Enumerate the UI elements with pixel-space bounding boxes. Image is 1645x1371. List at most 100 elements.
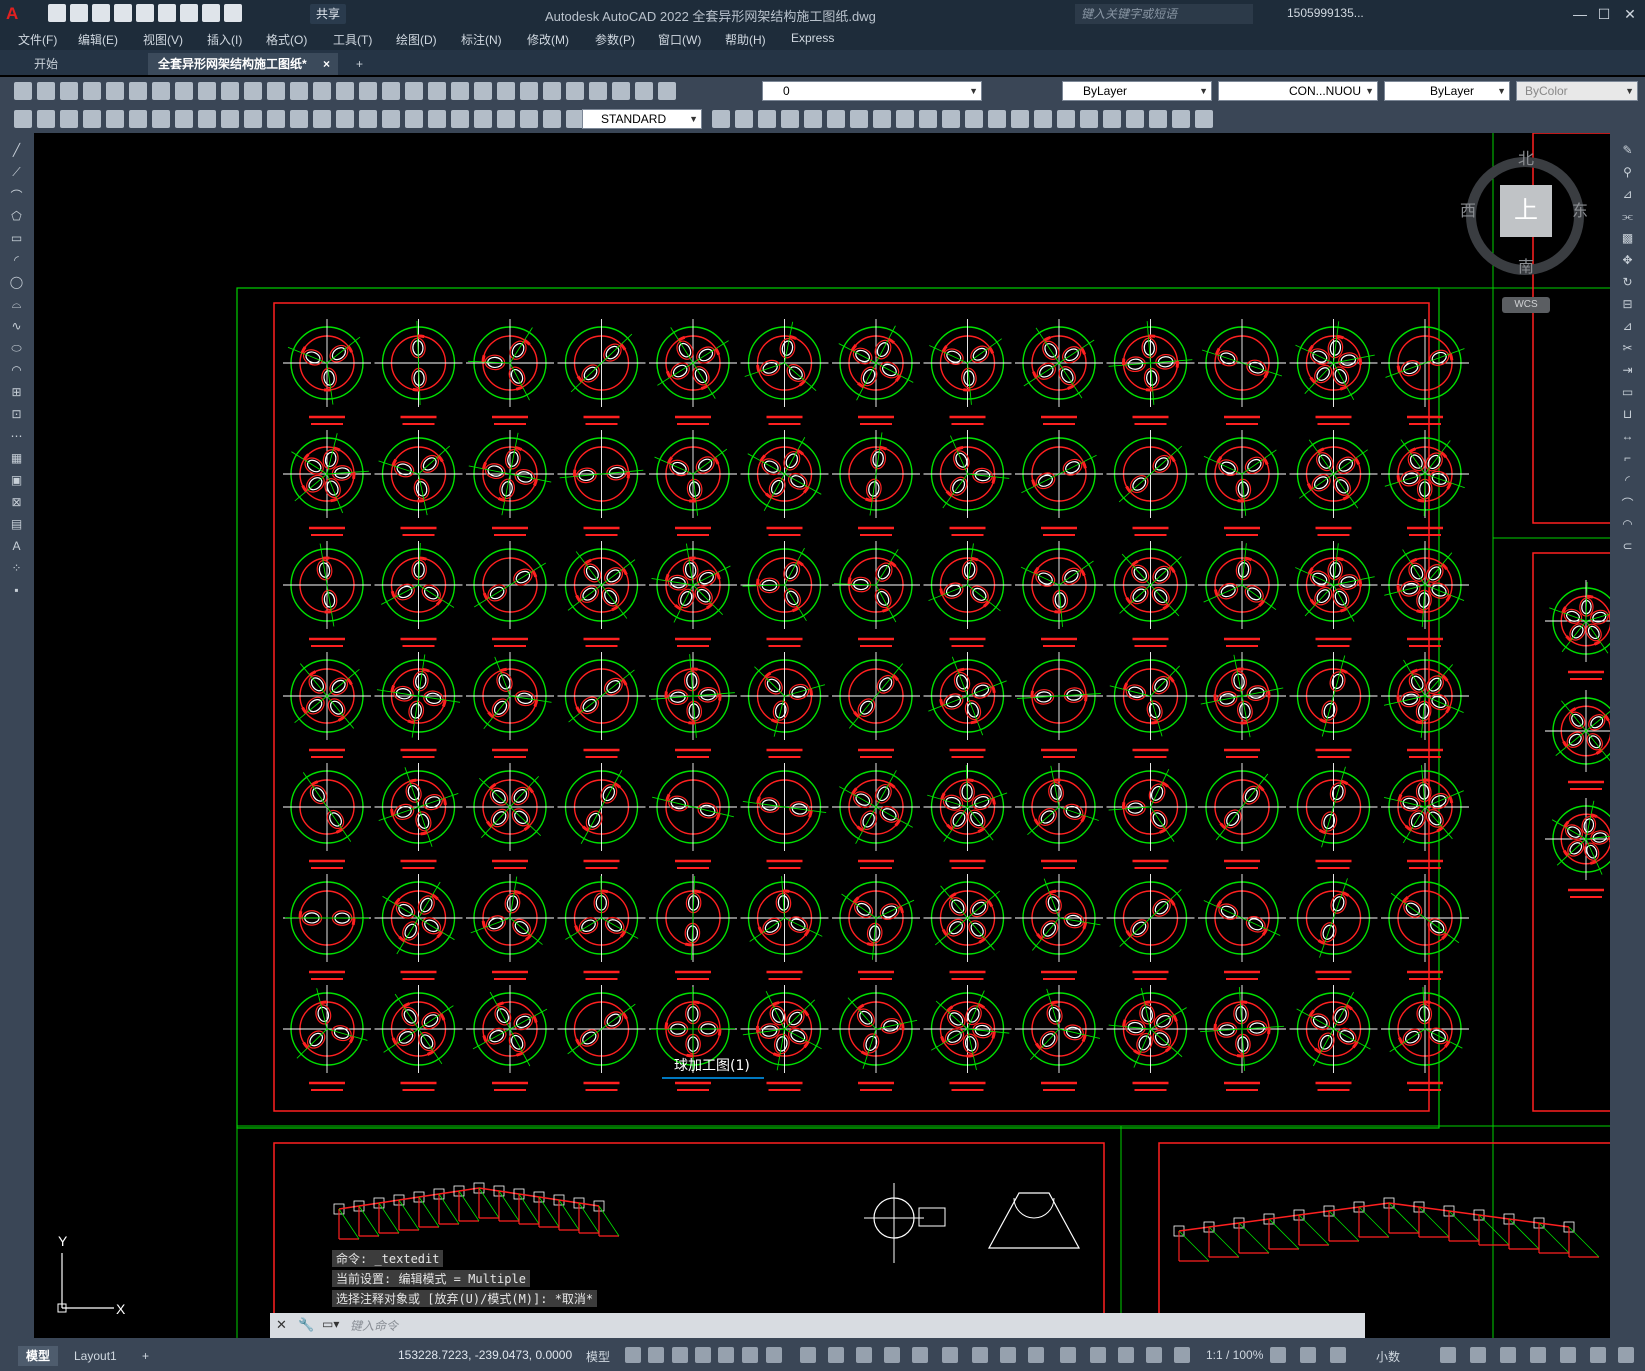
plotstyle-combo[interactable]: ByColor ▼ <box>1516 81 1638 101</box>
modify-tool-icon-9[interactable]: ⊿ <box>1619 319 1636 335</box>
standard-toolbar-icon-7[interactable] <box>152 82 170 100</box>
status-toggle-icon-30[interactable] <box>1590 1347 1606 1363</box>
dimension-toolbar-icon-14[interactable] <box>313 110 331 128</box>
standard-toolbar-icon-5[interactable] <box>106 82 124 100</box>
standard-toolbar-icon-11[interactable] <box>244 82 262 100</box>
dimension-toolbar-icon-29[interactable] <box>781 110 799 128</box>
status-toggle-icon-31[interactable] <box>1618 1347 1634 1363</box>
print-icon[interactable] <box>180 4 198 22</box>
draw-tool-icon-16[interactable]: ▣ <box>8 473 25 489</box>
status-toggle-icon-11[interactable] <box>884 1347 900 1363</box>
draw-tool-icon-4[interactable]: ⬠ <box>8 209 25 225</box>
dimension-toolbar-icon-12[interactable] <box>267 110 285 128</box>
dimension-toolbar-icon-1[interactable] <box>14 110 32 128</box>
standard-toolbar-icon-10[interactable] <box>221 82 239 100</box>
dimension-toolbar-icon-36[interactable] <box>942 110 960 128</box>
dimension-toolbar-icon-40[interactable] <box>1034 110 1052 128</box>
status-toggle-icon-18[interactable] <box>1090 1347 1106 1363</box>
standard-toolbar-icon-19[interactable] <box>428 82 446 100</box>
draw-tool-icon-11[interactable]: ◠ <box>8 363 25 379</box>
dimension-toolbar-icon-17[interactable] <box>382 110 400 128</box>
standard-toolbar-icon-26[interactable] <box>589 82 607 100</box>
layer-combo[interactable]: 0 ▼ <box>762 81 982 101</box>
redo-icon[interactable] <box>224 4 242 22</box>
status-toggle-icon-4[interactable] <box>695 1347 711 1363</box>
status-toggle-icon-12[interactable] <box>912 1347 928 1363</box>
modify-tool-icon-1[interactable]: ✎ <box>1619 143 1636 159</box>
dimension-toolbar-icon-30[interactable] <box>804 110 822 128</box>
modify-tool-icon-18[interactable]: ◠ <box>1619 517 1636 533</box>
modify-tool-icon-2[interactable]: ⚲ <box>1619 165 1636 181</box>
standard-toolbar-icon-28[interactable] <box>635 82 653 100</box>
standard-toolbar-icon-14[interactable] <box>313 82 331 100</box>
status-toggle-icon-3[interactable] <box>672 1347 688 1363</box>
status-toggle-icon-15[interactable] <box>1000 1347 1016 1363</box>
status-toggle-icon-14[interactable] <box>972 1347 988 1363</box>
draw-tool-icon-2[interactable]: ⟋ <box>8 165 25 181</box>
drawing-canvas[interactable]: 球加工图(1) Y X 上 北 南 西 东 WCS <box>34 133 1610 1338</box>
menu-file[interactable]: 文件(F) <box>18 31 57 48</box>
status-toggle-icon-2[interactable] <box>648 1347 664 1363</box>
menu-view[interactable]: 视图(V) <box>143 31 183 48</box>
dimension-toolbar-icon-6[interactable] <box>129 110 147 128</box>
add-layout-button[interactable]: + <box>134 1346 157 1366</box>
status-toggle-icon-1[interactable] <box>625 1347 641 1363</box>
standard-toolbar-icon-6[interactable] <box>129 82 147 100</box>
draw-tool-icon-21[interactable]: ▪ <box>8 583 25 599</box>
dimension-toolbar-icon-31[interactable] <box>827 110 845 128</box>
new-icon[interactable] <box>48 4 66 22</box>
modify-tool-icon-5[interactable]: ▩ <box>1619 231 1636 247</box>
standard-toolbar-icon-25[interactable] <box>566 82 584 100</box>
dimension-toolbar-icon-38[interactable] <box>988 110 1006 128</box>
dimension-toolbar-icon-16[interactable] <box>359 110 377 128</box>
dimension-toolbar-icon-32[interactable] <box>850 110 868 128</box>
draw-tool-icon-15[interactable]: ▦ <box>8 451 25 467</box>
standard-toolbar-icon-22[interactable] <box>497 82 515 100</box>
status-toggle-icon-9[interactable] <box>828 1347 844 1363</box>
lineweight-combo[interactable]: ByLayer ▼ <box>1384 81 1510 101</box>
draw-tool-icon-8[interactable]: ⌓ <box>8 297 25 313</box>
tab-start[interactable]: 开始 <box>24 53 68 75</box>
menu-draw[interactable]: 绘图(D) <box>396 31 437 48</box>
standard-toolbar-icon-13[interactable] <box>290 82 308 100</box>
dimension-toolbar-icon-13[interactable] <box>290 110 308 128</box>
command-line[interactable]: ✕ 🔧 ▭▾ 键入命令 <box>270 1313 1365 1338</box>
status-toggle-icon-16[interactable] <box>1028 1347 1044 1363</box>
viewcube-west[interactable]: 西 <box>1460 197 1476 221</box>
menu-tools[interactable]: 工具(T) <box>333 31 372 48</box>
menu-window[interactable]: 窗口(W) <box>658 31 701 48</box>
standard-toolbar-icon-15[interactable] <box>336 82 354 100</box>
status-toggle-icon-29[interactable] <box>1560 1347 1576 1363</box>
status-toggle-icon-20[interactable] <box>1146 1347 1162 1363</box>
draw-tool-icon-1[interactable]: ╱ <box>8 143 25 159</box>
dimension-toolbar-icon-28[interactable] <box>758 110 776 128</box>
dimension-toolbar-icon-44[interactable] <box>1126 110 1144 128</box>
modify-tool-icon-7[interactable]: ↻ <box>1619 275 1636 291</box>
dimension-toolbar-icon-24[interactable] <box>543 110 561 128</box>
dimension-toolbar-icon-27[interactable] <box>735 110 753 128</box>
standard-toolbar-icon-27[interactable] <box>612 82 630 100</box>
modify-tool-icon-8[interactable]: ⊟ <box>1619 297 1636 313</box>
menu-parametric[interactable]: 参数(P) <box>595 31 635 48</box>
undo-icon[interactable] <box>202 4 220 22</box>
dimension-toolbar-icon-15[interactable] <box>336 110 354 128</box>
draw-tool-icon-13[interactable]: ⊡ <box>8 407 25 423</box>
dimension-toolbar-icon-22[interactable] <box>497 110 515 128</box>
standard-toolbar-icon-16[interactable] <box>359 82 377 100</box>
share-button[interactable]: 共享 <box>310 4 347 24</box>
dimension-toolbar-icon-21[interactable] <box>474 110 492 128</box>
units-display[interactable]: 小数 <box>1376 1348 1400 1365</box>
viewcube-north[interactable]: 北 <box>1518 145 1534 169</box>
standard-toolbar-icon-21[interactable] <box>474 82 492 100</box>
status-toggle-icon-7[interactable] <box>766 1347 782 1363</box>
status-toggle-icon-8[interactable] <box>800 1347 816 1363</box>
draw-tool-icon-14[interactable]: ⋯ <box>8 429 25 445</box>
dimension-toolbar-icon-45[interactable] <box>1149 110 1167 128</box>
viewcube-south[interactable]: 南 <box>1518 253 1534 277</box>
open-icon[interactable] <box>70 4 88 22</box>
dimension-toolbar-icon-19[interactable] <box>428 110 446 128</box>
draw-tool-icon-20[interactable]: ⁘ <box>8 561 25 577</box>
autocad-logo-icon[interactable]: A <box>6 4 26 24</box>
menu-insert[interactable]: 插入(I) <box>207 31 242 48</box>
viewcube[interactable]: 上 北 南 西 东 WCS <box>1460 145 1588 313</box>
